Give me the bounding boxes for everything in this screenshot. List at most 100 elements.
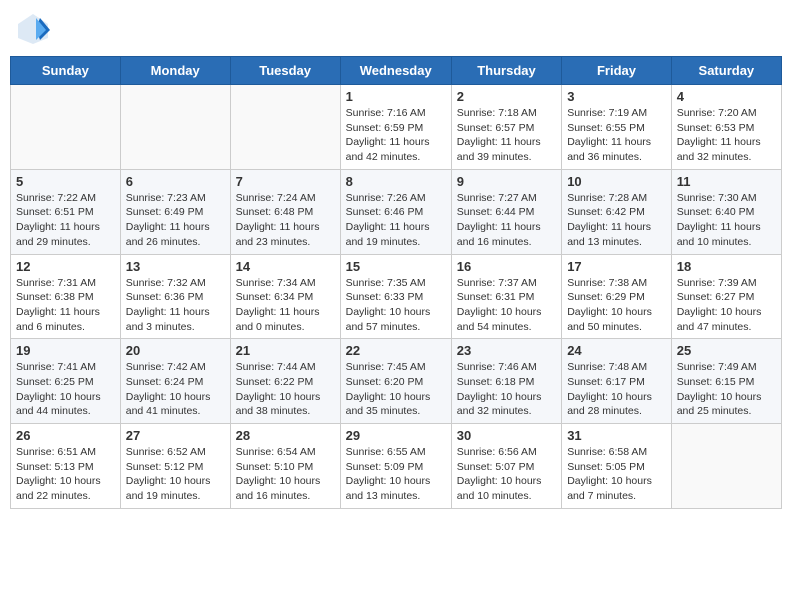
day-number: 19 <box>16 343 115 358</box>
day-number: 21 <box>236 343 335 358</box>
day-info: Sunrise: 7:48 AM Sunset: 6:17 PM Dayligh… <box>567 360 666 419</box>
day-info: Sunrise: 7:27 AM Sunset: 6:44 PM Dayligh… <box>457 191 556 250</box>
calendar-cell: 24 Sunrise: 7:48 AM Sunset: 6:17 PM Dayli… <box>562 339 672 424</box>
day-number: 2 <box>457 89 556 104</box>
calendar-cell: 4Sunrise: 7:20 AM Sunset: 6:53 PM Daylig… <box>671 85 781 170</box>
calendar-cell: 30Sunrise: 6:56 AM Sunset: 5:07 PM Dayli… <box>451 424 561 509</box>
day-header-wednesday: Wednesday <box>340 57 451 85</box>
calendar-cell: 29 Sunrise: 6:55 AM Sunset: 5:09 PM Dayli… <box>340 424 451 509</box>
calendar-cell: 22Sunrise: 7:45 AM Sunset: 6:20 PM Dayli… <box>340 339 451 424</box>
day-number: 13 <box>126 259 225 274</box>
calendar-week-3: 12 Sunrise: 7:31 AM Sunset: 6:38 PM Dayli… <box>11 254 782 339</box>
calendar-cell: 12 Sunrise: 7:31 AM Sunset: 6:38 PM Dayli… <box>11 254 121 339</box>
day-info: Sunrise: 7:44 AM Sunset: 6:22 PM Dayligh… <box>236 360 335 419</box>
calendar-cell: 1 Sunrise: 7:16 AM Sunset: 6:59 PM Daylig… <box>340 85 451 170</box>
day-number: 15 <box>346 259 446 274</box>
day-info: Sunrise: 6:54 AM Sunset: 5:10 PM Dayligh… <box>236 445 335 504</box>
day-number: 4 <box>677 89 776 104</box>
calendar-cell <box>120 85 230 170</box>
day-info: Sunrise: 7:37 AM Sunset: 6:31 PM Dayligh… <box>457 276 556 335</box>
day-number: 16 <box>457 259 556 274</box>
day-info: Sunrise: 7:31 AM Sunset: 6:38 PM Dayligh… <box>16 276 115 335</box>
calendar-cell: 10 Sunrise: 7:28 AM Sunset: 6:42 PM Dayli… <box>562 169 672 254</box>
day-info: Sunrise: 7:23 AM Sunset: 6:49 PM Dayligh… <box>126 191 225 250</box>
calendar-cell: 21 Sunrise: 7:44 AM Sunset: 6:22 PM Dayli… <box>230 339 340 424</box>
calendar-cell: 14 Sunrise: 7:34 AM Sunset: 6:34 PM Dayli… <box>230 254 340 339</box>
day-number: 29 <box>346 428 446 443</box>
calendar-cell: 31 Sunrise: 6:58 AM Sunset: 5:05 PM Dayli… <box>562 424 672 509</box>
day-info: Sunrise: 7:32 AM Sunset: 6:36 PM Dayligh… <box>126 276 225 335</box>
page-header <box>10 10 782 48</box>
calendar-week-5: 26Sunrise: 6:51 AM Sunset: 5:13 PM Dayli… <box>11 424 782 509</box>
day-number: 25 <box>677 343 776 358</box>
day-info: Sunrise: 7:26 AM Sunset: 6:46 PM Dayligh… <box>346 191 446 250</box>
day-header-sunday: Sunday <box>11 57 121 85</box>
calendar-cell: 25 Sunrise: 7:49 AM Sunset: 6:15 PM Dayli… <box>671 339 781 424</box>
day-number: 11 <box>677 174 776 189</box>
day-info: Sunrise: 7:18 AM Sunset: 6:57 PM Dayligh… <box>457 106 556 165</box>
day-number: 9 <box>457 174 556 189</box>
day-number: 14 <box>236 259 335 274</box>
day-number: 28 <box>236 428 335 443</box>
day-header-monday: Monday <box>120 57 230 85</box>
day-number: 1 <box>346 89 446 104</box>
day-info: Sunrise: 7:30 AM Sunset: 6:40 PM Dayligh… <box>677 191 776 250</box>
calendar-cell: 26Sunrise: 6:51 AM Sunset: 5:13 PM Dayli… <box>11 424 121 509</box>
day-info: Sunrise: 7:35 AM Sunset: 6:33 PM Dayligh… <box>346 276 446 335</box>
day-info: Sunrise: 7:41 AM Sunset: 6:25 PM Dayligh… <box>16 360 115 419</box>
day-header-saturday: Saturday <box>671 57 781 85</box>
day-info: Sunrise: 7:38 AM Sunset: 6:29 PM Dayligh… <box>567 276 666 335</box>
calendar-cell: 19 Sunrise: 7:41 AM Sunset: 6:25 PM Dayli… <box>11 339 121 424</box>
calendar-cell: 18Sunrise: 7:39 AM Sunset: 6:27 PM Dayli… <box>671 254 781 339</box>
day-info: Sunrise: 7:22 AM Sunset: 6:51 PM Dayligh… <box>16 191 115 250</box>
calendar-cell: 3 Sunrise: 7:19 AM Sunset: 6:55 PM Daylig… <box>562 85 672 170</box>
calendar-cell: 28 Sunrise: 6:54 AM Sunset: 5:10 PM Dayli… <box>230 424 340 509</box>
day-number: 12 <box>16 259 115 274</box>
day-number: 6 <box>126 174 225 189</box>
logo-icon <box>14 10 52 48</box>
calendar-cell: 9 Sunrise: 7:27 AM Sunset: 6:44 PM Daylig… <box>451 169 561 254</box>
calendar-cell <box>230 85 340 170</box>
day-number: 31 <box>567 428 666 443</box>
day-info: Sunrise: 7:39 AM Sunset: 6:27 PM Dayligh… <box>677 276 776 335</box>
day-number: 26 <box>16 428 115 443</box>
day-info: Sunrise: 6:52 AM Sunset: 5:12 PM Dayligh… <box>126 445 225 504</box>
calendar-cell: 17 Sunrise: 7:38 AM Sunset: 6:29 PM Dayli… <box>562 254 672 339</box>
day-number: 24 <box>567 343 666 358</box>
day-info: Sunrise: 7:16 AM Sunset: 6:59 PM Dayligh… <box>346 106 446 165</box>
day-info: Sunrise: 7:34 AM Sunset: 6:34 PM Dayligh… <box>236 276 335 335</box>
calendar-week-4: 19 Sunrise: 7:41 AM Sunset: 6:25 PM Dayli… <box>11 339 782 424</box>
day-info: Sunrise: 7:45 AM Sunset: 6:20 PM Dayligh… <box>346 360 446 419</box>
calendar-table: SundayMondayTuesdayWednesdayThursdayFrid… <box>10 56 782 509</box>
day-number: 5 <box>16 174 115 189</box>
calendar-week-1: 1 Sunrise: 7:16 AM Sunset: 6:59 PM Daylig… <box>11 85 782 170</box>
calendar-cell: 7Sunrise: 7:24 AM Sunset: 6:48 PM Daylig… <box>230 169 340 254</box>
calendar-cell <box>671 424 781 509</box>
calendar-cell: 6 Sunrise: 7:23 AM Sunset: 6:49 PM Daylig… <box>120 169 230 254</box>
day-header-tuesday: Tuesday <box>230 57 340 85</box>
calendar-cell: 15 Sunrise: 7:35 AM Sunset: 6:33 PM Dayli… <box>340 254 451 339</box>
day-info: Sunrise: 7:28 AM Sunset: 6:42 PM Dayligh… <box>567 191 666 250</box>
calendar-cell: 20Sunrise: 7:42 AM Sunset: 6:24 PM Dayli… <box>120 339 230 424</box>
day-number: 30 <box>457 428 556 443</box>
day-header-friday: Friday <box>562 57 672 85</box>
day-info: Sunrise: 6:55 AM Sunset: 5:09 PM Dayligh… <box>346 445 446 504</box>
calendar-cell: 5 Sunrise: 7:22 AM Sunset: 6:51 PM Daylig… <box>11 169 121 254</box>
day-header-thursday: Thursday <box>451 57 561 85</box>
day-number: 10 <box>567 174 666 189</box>
calendar-header-row: SundayMondayTuesdayWednesdayThursdayFrid… <box>11 57 782 85</box>
day-info: Sunrise: 7:19 AM Sunset: 6:55 PM Dayligh… <box>567 106 666 165</box>
calendar-cell: 23Sunrise: 7:46 AM Sunset: 6:18 PM Dayli… <box>451 339 561 424</box>
calendar-cell: 16 Sunrise: 7:37 AM Sunset: 6:31 PM Dayli… <box>451 254 561 339</box>
day-number: 17 <box>567 259 666 274</box>
calendar-cell <box>11 85 121 170</box>
calendar-cell: 27Sunrise: 6:52 AM Sunset: 5:12 PM Dayli… <box>120 424 230 509</box>
calendar-cell: 11 Sunrise: 7:30 AM Sunset: 6:40 PM Dayli… <box>671 169 781 254</box>
day-info: Sunrise: 7:42 AM Sunset: 6:24 PM Dayligh… <box>126 360 225 419</box>
day-info: Sunrise: 7:24 AM Sunset: 6:48 PM Dayligh… <box>236 191 335 250</box>
day-number: 23 <box>457 343 556 358</box>
day-info: Sunrise: 7:49 AM Sunset: 6:15 PM Dayligh… <box>677 360 776 419</box>
day-info: Sunrise: 6:58 AM Sunset: 5:05 PM Dayligh… <box>567 445 666 504</box>
day-number: 3 <box>567 89 666 104</box>
logo <box>14 10 54 48</box>
